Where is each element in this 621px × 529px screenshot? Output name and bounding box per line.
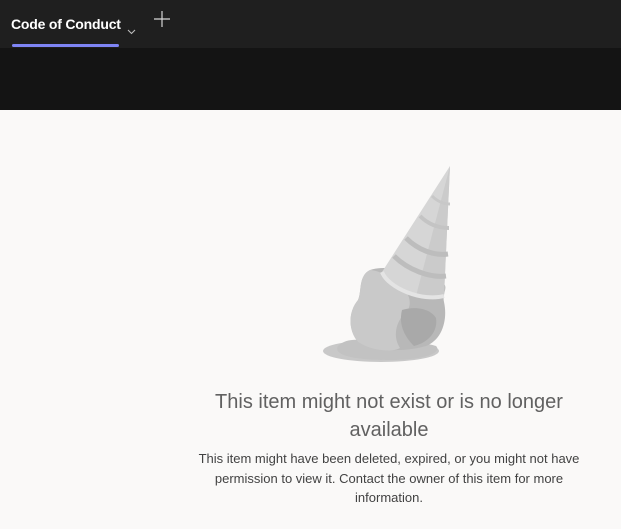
plus-icon[interactable] — [153, 10, 171, 28]
active-tab-indicator — [12, 44, 119, 47]
toolbar-area — [0, 48, 621, 110]
empty-state-description: This item might have been deleted, expir… — [198, 451, 580, 505]
empty-state-title: This item might not exist or is no longe… — [215, 391, 563, 441]
chevron-down-icon[interactable] — [127, 22, 136, 35]
tab-label: Code of Conduct — [11, 16, 121, 32]
dropped-ice-cream-cone-icon — [318, 160, 451, 366]
tab-bar: Code of Conduct — [0, 0, 621, 48]
tab-code-of-conduct[interactable]: Code of Conduct — [11, 0, 136, 48]
